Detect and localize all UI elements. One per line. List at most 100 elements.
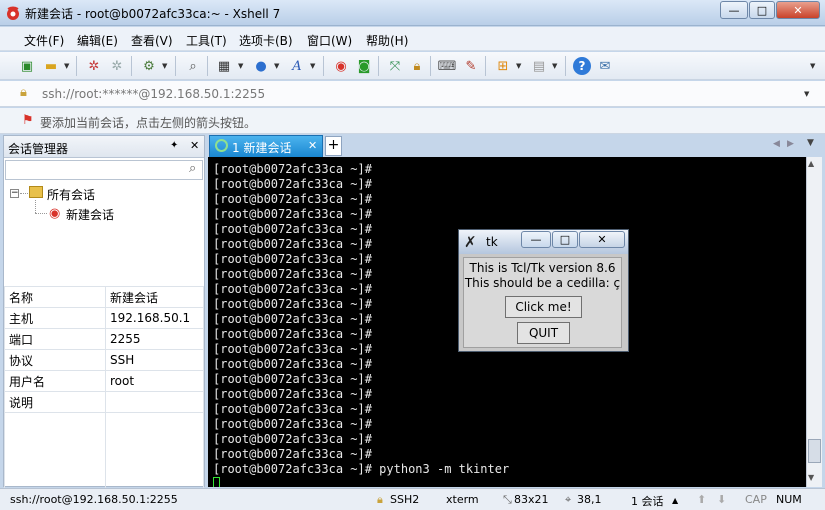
toolbar-separator <box>323 56 324 76</box>
scroll-thumb[interactable] <box>808 439 821 463</box>
menu-view[interactable]: 查看(V) <box>131 32 173 49</box>
property-key: 名称 <box>4 286 106 308</box>
xshell-icon[interactable]: ◉ <box>332 57 350 75</box>
tab-new-session[interactable]: 1 新建会话 ✕ <box>209 135 323 157</box>
properties-icon[interactable]: ⚙ <box>140 57 158 75</box>
folder-icon <box>29 186 43 198</box>
property-value <box>105 412 204 497</box>
tab-close-icon[interactable]: ✕ <box>308 139 317 152</box>
menu-window[interactable]: 窗口(W) <box>307 32 352 49</box>
connect-icon[interactable]: ✲ <box>85 57 103 75</box>
scroll-up-icon[interactable]: ▲ <box>808 159 814 168</box>
find-icon[interactable]: ⌕ <box>184 57 202 75</box>
tab-scroll-left-icon[interactable]: ◀ <box>773 139 780 149</box>
menu-help[interactable]: 帮助(H) <box>366 32 408 49</box>
pin-icon[interactable]: ✦ <box>170 140 178 151</box>
terminal-line: [root@b0072afc33ca ~]# <box>213 417 372 431</box>
toolbar-separator <box>131 56 132 76</box>
chat-icon[interactable]: ✉ <box>596 57 614 75</box>
terminal-line: [root@b0072afc33ca ~]# <box>213 447 372 461</box>
status-connection: ssh://root@192.168.50.1:2255 <box>10 493 178 506</box>
toolbar-separator <box>175 56 176 76</box>
session-properties-table: 名称 新建会话 主机 192.168.50.1 端口 2255 协议 SSH 用户名 ro… <box>4 286 204 497</box>
x11-logo-icon: ✗ <box>464 233 477 251</box>
tab-scroll-right-icon[interactable]: ▶ <box>787 139 794 149</box>
toolbar-separator <box>565 56 566 76</box>
position-icon: ⌖ <box>565 493 572 506</box>
dropdown-arrow-icon[interactable]: ▼ <box>310 62 315 70</box>
dropdown-arrow-icon[interactable]: ▼ <box>552 62 557 70</box>
tree-item-all-sessions[interactable]: 所有会话 <box>47 186 95 203</box>
collapse-icon[interactable]: − <box>10 189 19 198</box>
tab-list-icon[interactable]: ▼ <box>807 138 814 148</box>
scroll-down-icon[interactable]: ▼ <box>808 473 814 482</box>
maximize-button[interactable]: □ <box>749 1 775 19</box>
help-icon[interactable]: ? <box>573 57 591 75</box>
panel-header: 会话管理器 ✦ ✕ <box>4 136 204 158</box>
compose-icon[interactable]: ✎ <box>462 57 480 75</box>
dropdown-arrow-icon[interactable]: ▼ <box>516 62 521 70</box>
search-icon[interactable]: ⌕ <box>189 161 196 176</box>
dropdown-arrow-icon[interactable]: ▼ <box>162 62 167 70</box>
tk-cedilla-label: This should be a cedilla: ç <box>464 276 621 290</box>
fullscreen-icon[interactable]: ⤧ <box>386 57 404 75</box>
new-tab-button[interactable]: + <box>325 136 342 156</box>
open-folder-icon[interactable]: ▬ <box>42 57 60 75</box>
add-tab-icon[interactable]: ⊞ <box>494 57 512 75</box>
minimize-button[interactable]: — <box>720 1 748 19</box>
address-bar: 🔒︎ ssh://root:******@192.168.50.1:2255 ▼ <box>0 81 825 107</box>
dropdown-arrow-icon[interactable]: ▼ <box>238 62 243 70</box>
menu-file[interactable]: 文件(F) <box>24 32 64 49</box>
tree-item-new-session[interactable]: 新建会话 <box>66 206 114 223</box>
terminal-line: [root@b0072afc33ca ~]# <box>213 177 372 191</box>
quit-button[interactable]: QUIT <box>517 322 570 344</box>
terminal-scrollbar[interactable]: ▲ ▼ <box>806 157 822 487</box>
property-value <box>105 391 204 413</box>
menu-tabs[interactable]: 选项卡(B) <box>239 32 293 49</box>
table-row: 协议 SSH <box>4 349 204 371</box>
xftp-icon[interactable]: ◙ <box>355 57 373 75</box>
table-row: 用户名 root <box>4 370 204 392</box>
sessions-dropdown-icon[interactable]: ▲ <box>672 496 678 505</box>
toolbar-separator <box>485 56 486 76</box>
close-button[interactable]: ✕ <box>776 1 820 19</box>
layout-icon[interactable]: ▤ <box>530 57 548 75</box>
session-search-input[interactable]: ⌕ <box>5 160 203 180</box>
property-value: 新建会话 <box>105 286 204 308</box>
address-dropdown-icon[interactable]: ▼ <box>804 90 809 98</box>
terminal-line: [root@b0072afc33ca ~]# <box>213 357 372 371</box>
bookmark-arrow-icon[interactable]: ⚑ <box>22 113 34 128</box>
toolbar-overflow-icon[interactable]: ▼ <box>810 62 815 70</box>
address-input[interactable]: ssh://root:******@192.168.50.1:2255 <box>42 87 265 101</box>
upload-arrow-icon[interactable]: ⬆ <box>697 493 706 506</box>
tk-maximize-button[interactable]: □ <box>552 231 578 248</box>
tk-titlebar: ✗ tk — □ ✕ <box>459 230 628 254</box>
menu-edit[interactable]: 编辑(E) <box>77 32 118 49</box>
toolbar-separator <box>76 56 77 76</box>
terminal-cursor <box>213 477 220 487</box>
toolbar-separator <box>378 56 379 76</box>
dropdown-arrow-icon[interactable]: ▼ <box>274 62 279 70</box>
dropdown-arrow-icon[interactable]: ▼ <box>64 62 69 70</box>
print-icon[interactable]: ▦ <box>215 57 233 75</box>
tk-close-button[interactable]: ✕ <box>579 231 625 248</box>
panel-close-icon[interactable]: ✕ <box>190 139 199 152</box>
tk-minimize-button[interactable]: — <box>521 231 551 248</box>
property-key: 说明 <box>4 391 106 413</box>
session-manager-panel: 会话管理器 ✦ ✕ ⌕ − 所有会话 ◉ 新建会话 名称 新建会话 主机 192.1… <box>3 135 205 497</box>
new-session-icon[interactable]: ▣ <box>18 57 36 75</box>
terminal-line: [root@b0072afc33ca ~]# <box>213 432 372 446</box>
download-arrow-icon[interactable]: ⬇ <box>717 493 726 506</box>
font-icon[interactable]: A <box>288 57 306 75</box>
disconnect-icon[interactable]: ✲ <box>108 57 126 75</box>
lock-icon: 🔒︎ <box>377 493 383 506</box>
globe-icon[interactable]: ● <box>252 57 270 75</box>
panel-title: 会话管理器 <box>8 142 69 156</box>
property-key: 端口 <box>4 328 106 350</box>
menu-tools[interactable]: 工具(T) <box>186 32 227 49</box>
lock-icon[interactable]: 🔒︎ <box>408 57 426 75</box>
session-tree: − 所有会话 ◉ 新建会话 <box>4 182 204 282</box>
status-sessions[interactable]: 1 会话 <box>631 493 664 509</box>
click-me-button[interactable]: Click me! <box>505 296 582 318</box>
keyboard-icon[interactable]: ⌨ <box>438 57 457 75</box>
